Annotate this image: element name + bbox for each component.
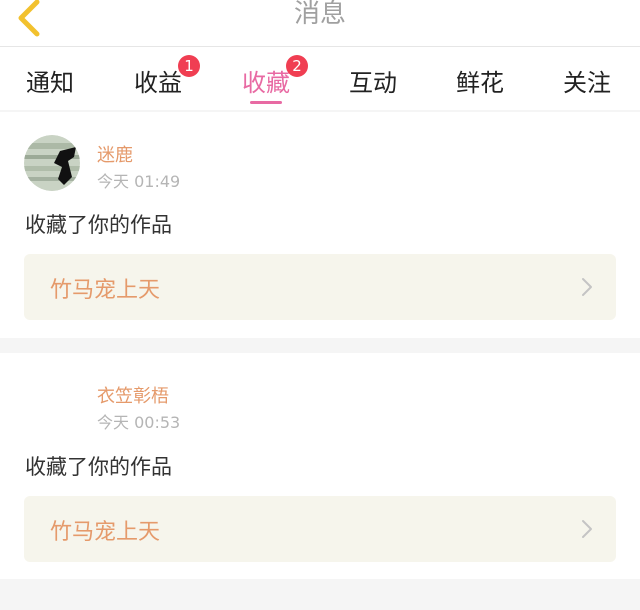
tab-earnings[interactable]: 收益 1 [134, 55, 200, 103]
top-nav-bar: 消息 [0, 0, 640, 47]
page-title: 消息 [293, 0, 346, 29]
chevron-right-icon [582, 278, 592, 296]
tab-label: 关注 [563, 69, 611, 97]
message-action: 收藏了你的作品 [25, 455, 172, 479]
tab-label: 收藏 [242, 69, 290, 97]
tab-label: 鲜花 [456, 69, 504, 97]
work-link[interactable]: 竹马宠上天 [24, 254, 616, 320]
work-title: 竹马宠上天 [50, 520, 161, 545]
tab-label: 收益 [134, 69, 182, 97]
work-title: 竹马宠上天 [50, 278, 161, 303]
message-card: 迷鹿 今天 01:49 收藏了你的作品 竹马宠上天 [0, 112, 640, 338]
chevron-right-icon [582, 520, 592, 538]
username[interactable]: 衣笠彰梧 [97, 382, 169, 408]
unread-badge: 2 [286, 55, 308, 77]
work-link[interactable]: 竹马宠上天 [24, 496, 616, 562]
message-action: 收藏了你的作品 [25, 213, 172, 237]
active-tab-indicator [250, 101, 282, 104]
message-time: 今天 01:49 [97, 172, 181, 191]
avatar[interactable] [24, 376, 80, 432]
tab-notifications[interactable]: 通知 [26, 63, 74, 103]
tab-flowers[interactable]: 鲜花 [456, 63, 504, 103]
tab-favorites[interactable]: 收藏 2 [242, 55, 308, 104]
unread-badge: 1 [178, 55, 200, 77]
avatar[interactable] [24, 135, 80, 191]
tab-label: 通知 [26, 69, 74, 97]
message-card: 衣笠彰梧 今天 00:53 收藏了你的作品 竹马宠上天 [0, 353, 640, 579]
tab-label: 互动 [349, 69, 397, 97]
tab-interactions[interactable]: 互动 [349, 63, 397, 103]
username[interactable]: 迷鹿 [97, 141, 133, 167]
avatar-image [24, 135, 80, 191]
message-tabs: 通知 收益 1 收藏 2 互动 鲜花 关注 [0, 47, 640, 110]
message-time: 今天 00:53 [97, 413, 181, 432]
tab-following[interactable]: 关注 [563, 63, 611, 103]
